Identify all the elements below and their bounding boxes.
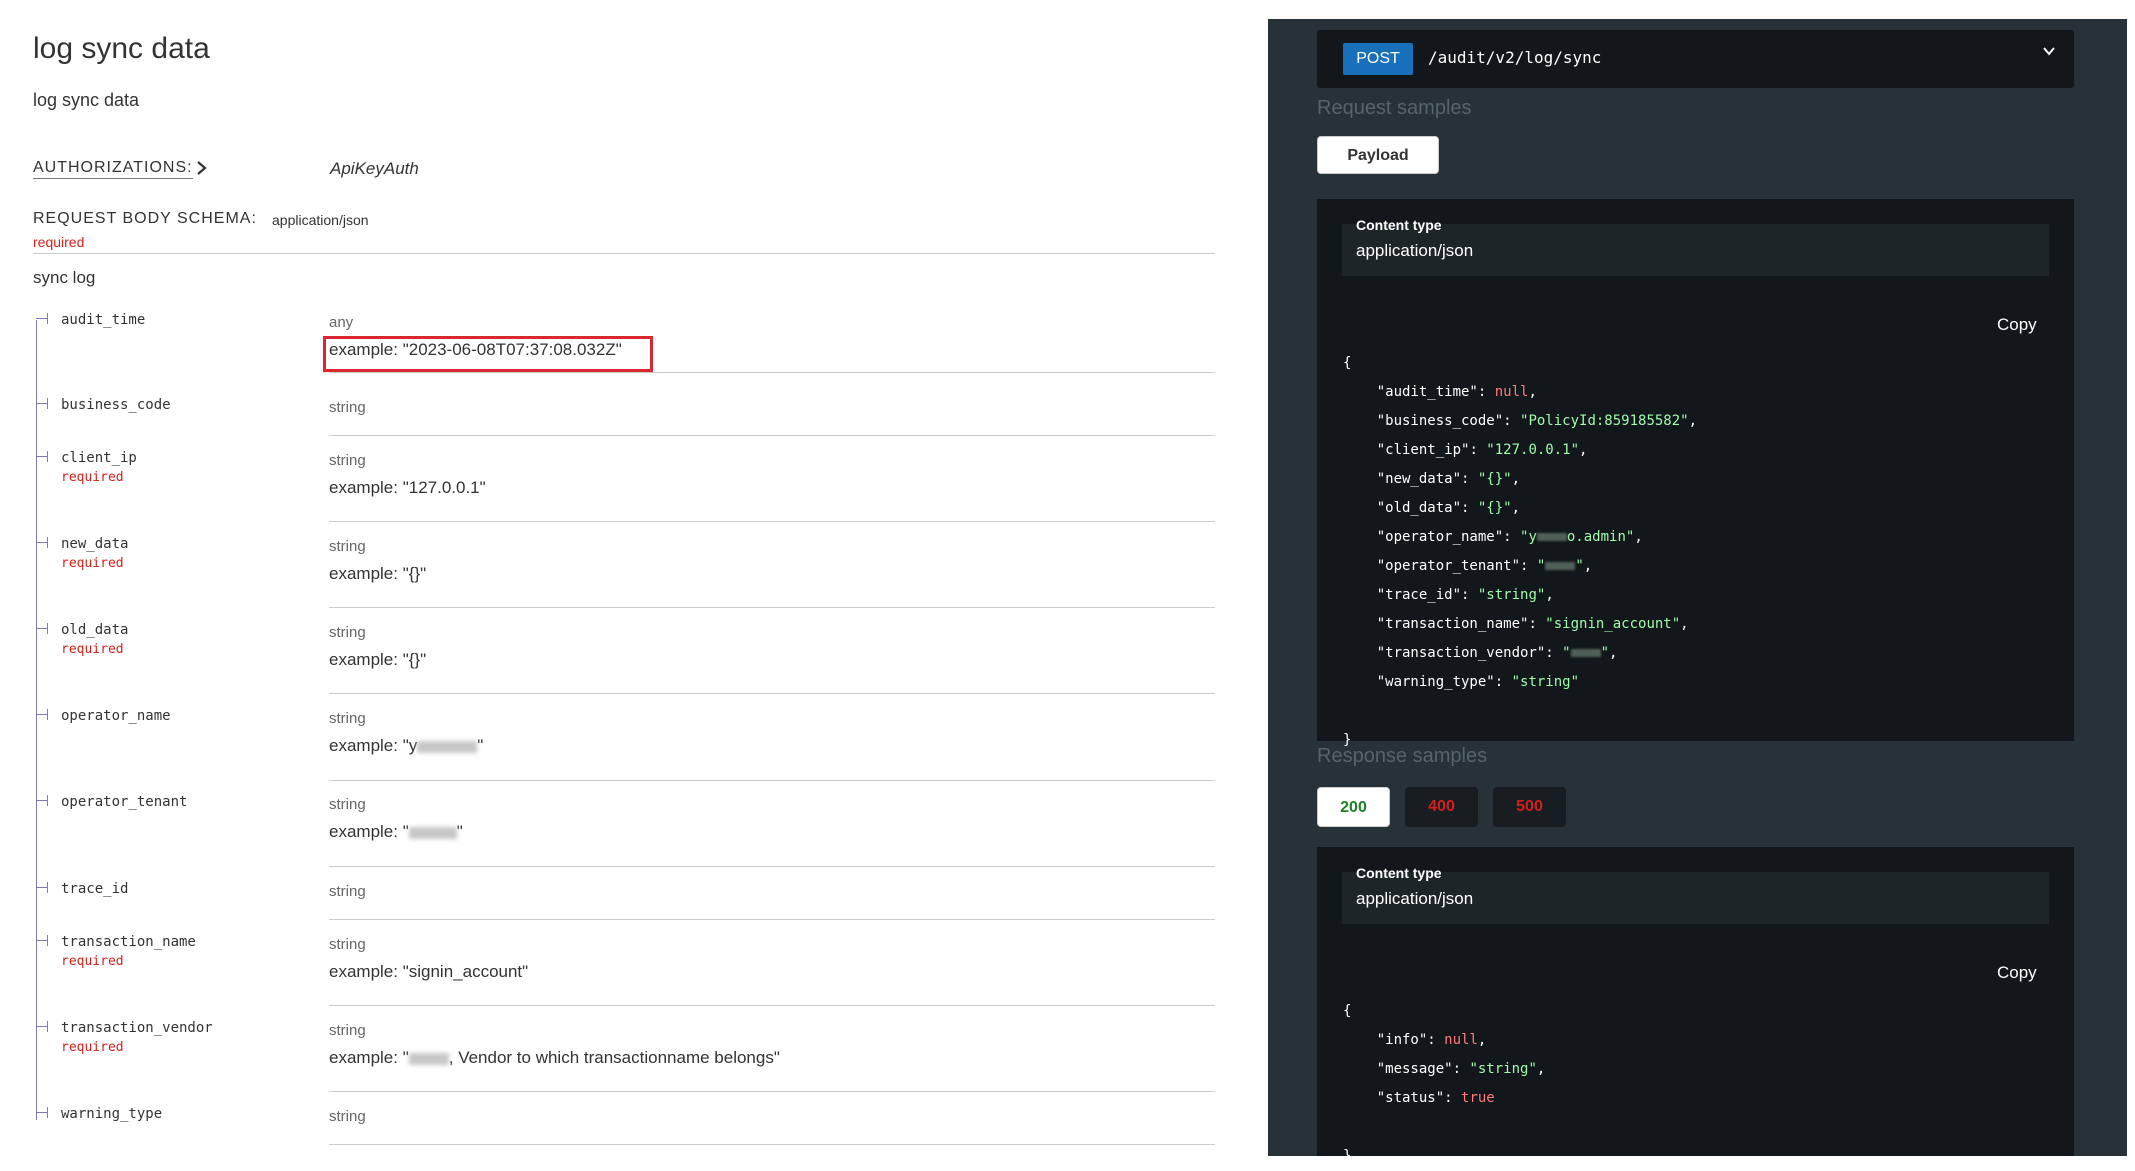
operation-doc: log sync data log sync data AUTHORIZATIO… — [0, 0, 1270, 1156]
property-example: example: "{}" — [329, 650, 427, 669]
schema-content-type: application/json — [272, 212, 369, 228]
property-example: example: " " — [329, 822, 463, 841]
samples-panel: POST /audit/v2/log/sync Request samples … — [1268, 19, 2127, 1164]
operation-description: log sync data — [33, 90, 140, 110]
chevron-right-icon[interactable] — [195, 158, 209, 183]
property-tree-line — [36, 320, 37, 1120]
property-type: string — [329, 796, 366, 813]
divider — [329, 919, 1215, 920]
content-type-box: Content type application/json — [1342, 865, 2049, 924]
property-type: string — [329, 399, 366, 416]
property-name: transaction_name — [61, 934, 196, 950]
divider — [329, 435, 1215, 436]
property-type: string — [329, 936, 366, 953]
body-description: sync log — [33, 268, 96, 287]
content-type-label: Content type — [1356, 865, 1442, 881]
divider — [329, 1091, 1215, 1092]
property-name: client_ip — [61, 450, 137, 466]
divider — [329, 372, 1215, 373]
property-type: string — [329, 452, 366, 469]
property-name: operator_name — [61, 708, 171, 724]
redacted-value — [1545, 562, 1576, 570]
response-sample-box: Content type application/json Copy { "in… — [1317, 847, 2074, 1164]
copy-button[interactable]: Copy — [1997, 315, 2037, 335]
property-type: string — [329, 883, 366, 900]
property-type: any — [329, 314, 354, 331]
endpoint-toggle[interactable]: POST /audit/v2/log/sync — [1317, 30, 2074, 88]
schema-required: required — [33, 234, 85, 250]
property-type: string — [329, 1108, 366, 1125]
property-type: string — [329, 538, 366, 555]
property-required: required — [61, 556, 124, 571]
property-example: example: "y " — [329, 736, 484, 755]
divider — [329, 607, 1215, 608]
divider — [329, 1005, 1215, 1006]
property-required: required — [61, 470, 124, 485]
content-type-label: Content type — [1356, 217, 1442, 233]
auth-scheme: ApiKeyAuth — [330, 159, 419, 178]
endpoint-path: /audit/v2/log/sync — [1428, 48, 1602, 67]
property-required: required — [61, 1040, 124, 1055]
authorizations-row: AUTHORIZATIONS: ApiKeyAuth — [33, 156, 1213, 182]
redacted-value — [1536, 533, 1567, 541]
request-json: { "audit_time": null, "business_code": "… — [1343, 355, 1698, 748]
tab-response-500[interactable]: 500 — [1493, 787, 1566, 827]
response-json: { "info": null, "message": "string", "st… — [1343, 1003, 1546, 1164]
chevron-down-icon[interactable] — [2042, 44, 2056, 58]
tab-response-200[interactable]: 200 — [1317, 787, 1390, 827]
property-name: old_data — [61, 622, 129, 638]
request-sample-box: Content type application/json Copy { "au… — [1317, 199, 2074, 748]
property-name: new_data — [61, 536, 129, 552]
property-name: business_code — [61, 397, 171, 413]
divider — [329, 780, 1215, 781]
property-example: example: "127.0.0.1" — [329, 478, 486, 497]
property-required: required — [61, 954, 124, 969]
redacted-value — [417, 740, 478, 753]
property-example: example: "{}" — [329, 564, 427, 583]
redacted-value — [1570, 649, 1601, 657]
property-name: transaction_vendor — [61, 1020, 213, 1036]
http-method-badge: POST — [1343, 43, 1413, 75]
highlight-box — [323, 336, 653, 372]
property-required: required — [61, 642, 124, 657]
property-type: string — [329, 1022, 366, 1039]
property-type: string — [329, 624, 366, 641]
property-name: trace_id — [61, 881, 129, 897]
content-type-box: Content type application/json — [1342, 217, 2049, 276]
divider — [329, 1144, 1215, 1145]
response-samples-title: Response samples — [1317, 745, 1488, 767]
property-name: operator_tenant — [61, 794, 188, 810]
property-example: example: ", Vendor to which transactionn… — [329, 1048, 780, 1067]
divider — [33, 253, 1215, 254]
copy-button[interactable]: Copy — [1997, 963, 2037, 983]
property-name: warning_type — [61, 1106, 163, 1122]
property-example: example: "signin_account" — [329, 962, 529, 981]
divider — [329, 693, 1215, 694]
property-name: audit_time — [61, 312, 146, 328]
request-samples-title: Request samples — [1317, 97, 1472, 119]
schema-label: REQUEST BODY SCHEMA: — [33, 210, 257, 227]
divider — [329, 521, 1215, 522]
tab-response-400[interactable]: 400 — [1405, 787, 1478, 827]
content-type-value: application/json — [1356, 241, 1474, 260]
property-type: string — [329, 710, 366, 727]
authorizations-toggle[interactable]: AUTHORIZATIONS: — [33, 159, 193, 179]
redacted-value — [408, 826, 457, 839]
tab-payload[interactable]: Payload — [1317, 136, 1439, 174]
redacted-value — [408, 1052, 449, 1065]
content-type-value: application/json — [1356, 889, 1474, 908]
divider — [329, 866, 1215, 867]
page-title: log sync data — [33, 32, 210, 65]
